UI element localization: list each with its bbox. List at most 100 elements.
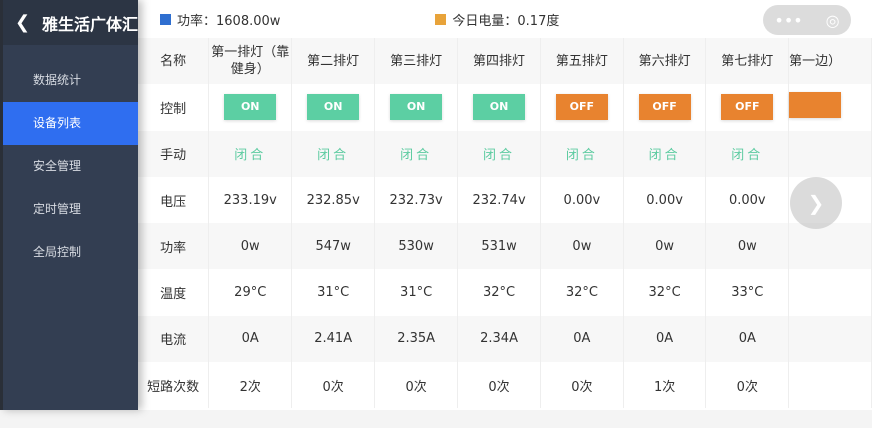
- table-cell: 0w: [705, 223, 790, 270]
- table-cell: 2.35A: [374, 315, 459, 363]
- more-icon[interactable]: •••: [774, 11, 802, 30]
- energy-legend-icon: [435, 13, 447, 25]
- table-cell: 第一排灯（靠健身）: [208, 38, 293, 85]
- manual-status: 闭合: [648, 148, 681, 164]
- table-cell: 2.41A: [291, 315, 376, 363]
- sidebar-item[interactable]: 设备列表: [3, 102, 138, 145]
- row-label: 短路次数: [138, 362, 210, 409]
- table-cell: 32°C: [540, 269, 624, 316]
- table-cell: 2.34A: [457, 315, 542, 363]
- table-cell: 0.00v: [540, 176, 624, 224]
- table-cell: 233.19v: [208, 176, 293, 224]
- toggle-button[interactable]: [789, 92, 842, 119]
- table-cell: ON: [374, 84, 459, 131]
- sidebar-item[interactable]: 安全管理: [3, 145, 138, 188]
- toggle-button[interactable]: ON: [224, 94, 277, 121]
- miniprogram-capsule: ••• ◎: [763, 5, 851, 35]
- power-label: 功率：1608.00w: [177, 13, 281, 29]
- toggle-button[interactable]: ON: [390, 94, 443, 121]
- voltage-row: 电压 233.19v 232.85v 232.73v 232.74v 0.00v 0.00v…: [138, 176, 872, 224]
- table-cell: 232.73v: [374, 176, 459, 224]
- current-row: 电流 0A 2.41A 2.35A 2.34A 0A 0A 0A: [138, 315, 872, 363]
- table-cell: 0A: [705, 315, 790, 363]
- table-cell: ON: [457, 84, 542, 131]
- chevron-right-icon: ❯: [807, 191, 825, 215]
- table-cell: 第一边）: [788, 38, 872, 85]
- table-cell: OFF: [705, 84, 790, 131]
- row-label: 手动: [138, 130, 210, 177]
- table-cell: 0.00v: [623, 176, 707, 224]
- table-cell: 1次: [623, 362, 707, 409]
- table-cell: 547w: [291, 223, 376, 270]
- sidebar-item[interactable]: 全局控制: [3, 231, 138, 274]
- table-cell: 0次: [705, 362, 790, 409]
- table-cell: [788, 269, 872, 316]
- summary-bar: 功率：1608.00w 今日电量：0.17度: [138, 0, 872, 38]
- power-legend-icon: [160, 13, 171, 25]
- table-cell: OFF: [623, 84, 707, 131]
- table-cell: 闭合: [208, 130, 293, 177]
- toggle-button[interactable]: OFF: [638, 94, 691, 121]
- sidebar-item[interactable]: 定时管理: [3, 188, 138, 231]
- table-cell: 第三排灯: [374, 38, 459, 85]
- table-cell: 31°C: [374, 269, 459, 316]
- table-cell: 32°C: [457, 269, 542, 316]
- close-target-icon[interactable]: ◎: [826, 11, 840, 30]
- table-cell: 29°C: [208, 269, 293, 316]
- toggle-button[interactable]: ON: [307, 94, 360, 121]
- table-cell: [788, 315, 872, 363]
- header-row: 名称 第一排灯（靠健身） 第二排灯 第三排灯 第四排灯 第五排灯 第六排灯 第七排灯 第一边）: [138, 38, 872, 85]
- energy-label: 今日电量：0.17度: [452, 13, 560, 29]
- table-cell: 0次: [457, 362, 542, 409]
- table-cell: 闭合: [291, 130, 376, 177]
- table-cell: ON: [208, 84, 293, 131]
- energy-summary: 今日电量：0.17度: [435, 10, 559, 29]
- sidebar: ❮ 雅生活广体汇 数据统计 设备列表 安全管理 定时管理 全局控制: [0, 0, 138, 410]
- device-table: 名称 第一排灯（靠健身） 第二排灯 第三排灯 第四排灯 第五排灯 第六排灯 第七排灯 第一边）控…: [138, 38, 872, 409]
- table-cell: 第六排灯: [623, 38, 707, 85]
- manual-status: 闭合: [317, 148, 350, 164]
- app-title: 雅生活广体汇: [41, 14, 138, 34]
- main-panel: 功率：1608.00w 今日电量：0.17度 ••• ◎ 名称 第一排灯（靠健身）…: [138, 0, 872, 410]
- table-cell: 第二排灯: [291, 38, 376, 85]
- row-label: 控制: [138, 84, 210, 131]
- sidebar-item[interactable]: 数据统计: [3, 59, 138, 102]
- manual-status: 闭合: [483, 148, 516, 164]
- table-cell: 232.74v: [457, 176, 542, 224]
- toggle-button[interactable]: OFF: [721, 94, 774, 121]
- table-cell: 闭合: [623, 130, 707, 177]
- temperature-row: 温度 29°C 31°C 31°C 32°C 32°C 32°C 33°C: [138, 269, 872, 316]
- toggle-button[interactable]: OFF: [555, 94, 608, 121]
- table-cell: 0A: [540, 315, 624, 363]
- table-cell: 第七排灯: [705, 38, 790, 85]
- table-cell: 闭合: [457, 130, 542, 177]
- manual-row: 手动 闭合 闭合 闭合 闭合 闭合 闭合 闭合: [138, 130, 872, 177]
- manual-status: 闭合: [400, 148, 433, 164]
- power-row: 功率 0w 547w 530w 531w 0w 0w 0w: [138, 223, 872, 270]
- table-cell: 0A: [208, 315, 293, 363]
- row-label: 电流: [138, 315, 210, 363]
- row-label: 温度: [138, 269, 210, 316]
- table-cell: 0w: [208, 223, 293, 270]
- table-cell: 第五排灯: [540, 38, 624, 85]
- table-cell: 0次: [291, 362, 376, 409]
- table-cell: 闭合: [374, 130, 459, 177]
- toggle-button[interactable]: ON: [473, 94, 526, 121]
- scroll-right-button[interactable]: ❯: [790, 177, 842, 229]
- back-icon[interactable]: ❮: [3, 12, 42, 33]
- table-cell: 531w: [457, 223, 542, 270]
- table-cell: [788, 223, 872, 270]
- table-cell: 0次: [374, 362, 459, 409]
- table-cell: 33°C: [705, 269, 790, 316]
- short-count-row: 短路次数 2次 0次 0次 0次 0次 1次 0次: [138, 362, 872, 409]
- power-summary: 功率：1608.00w: [160, 10, 280, 29]
- table-cell: OFF: [540, 84, 624, 131]
- row-label: 电压: [138, 176, 210, 224]
- table-cell: 0A: [623, 315, 707, 363]
- table-cell: 31°C: [291, 269, 376, 316]
- table-cell: 530w: [374, 223, 459, 270]
- table-cell: 闭合: [705, 130, 790, 177]
- control-row: 控制 ON ON ON ON OFF OFF OFF: [138, 84, 872, 131]
- row-label: 功率: [138, 223, 210, 270]
- table-cell: 232.85v: [291, 176, 376, 224]
